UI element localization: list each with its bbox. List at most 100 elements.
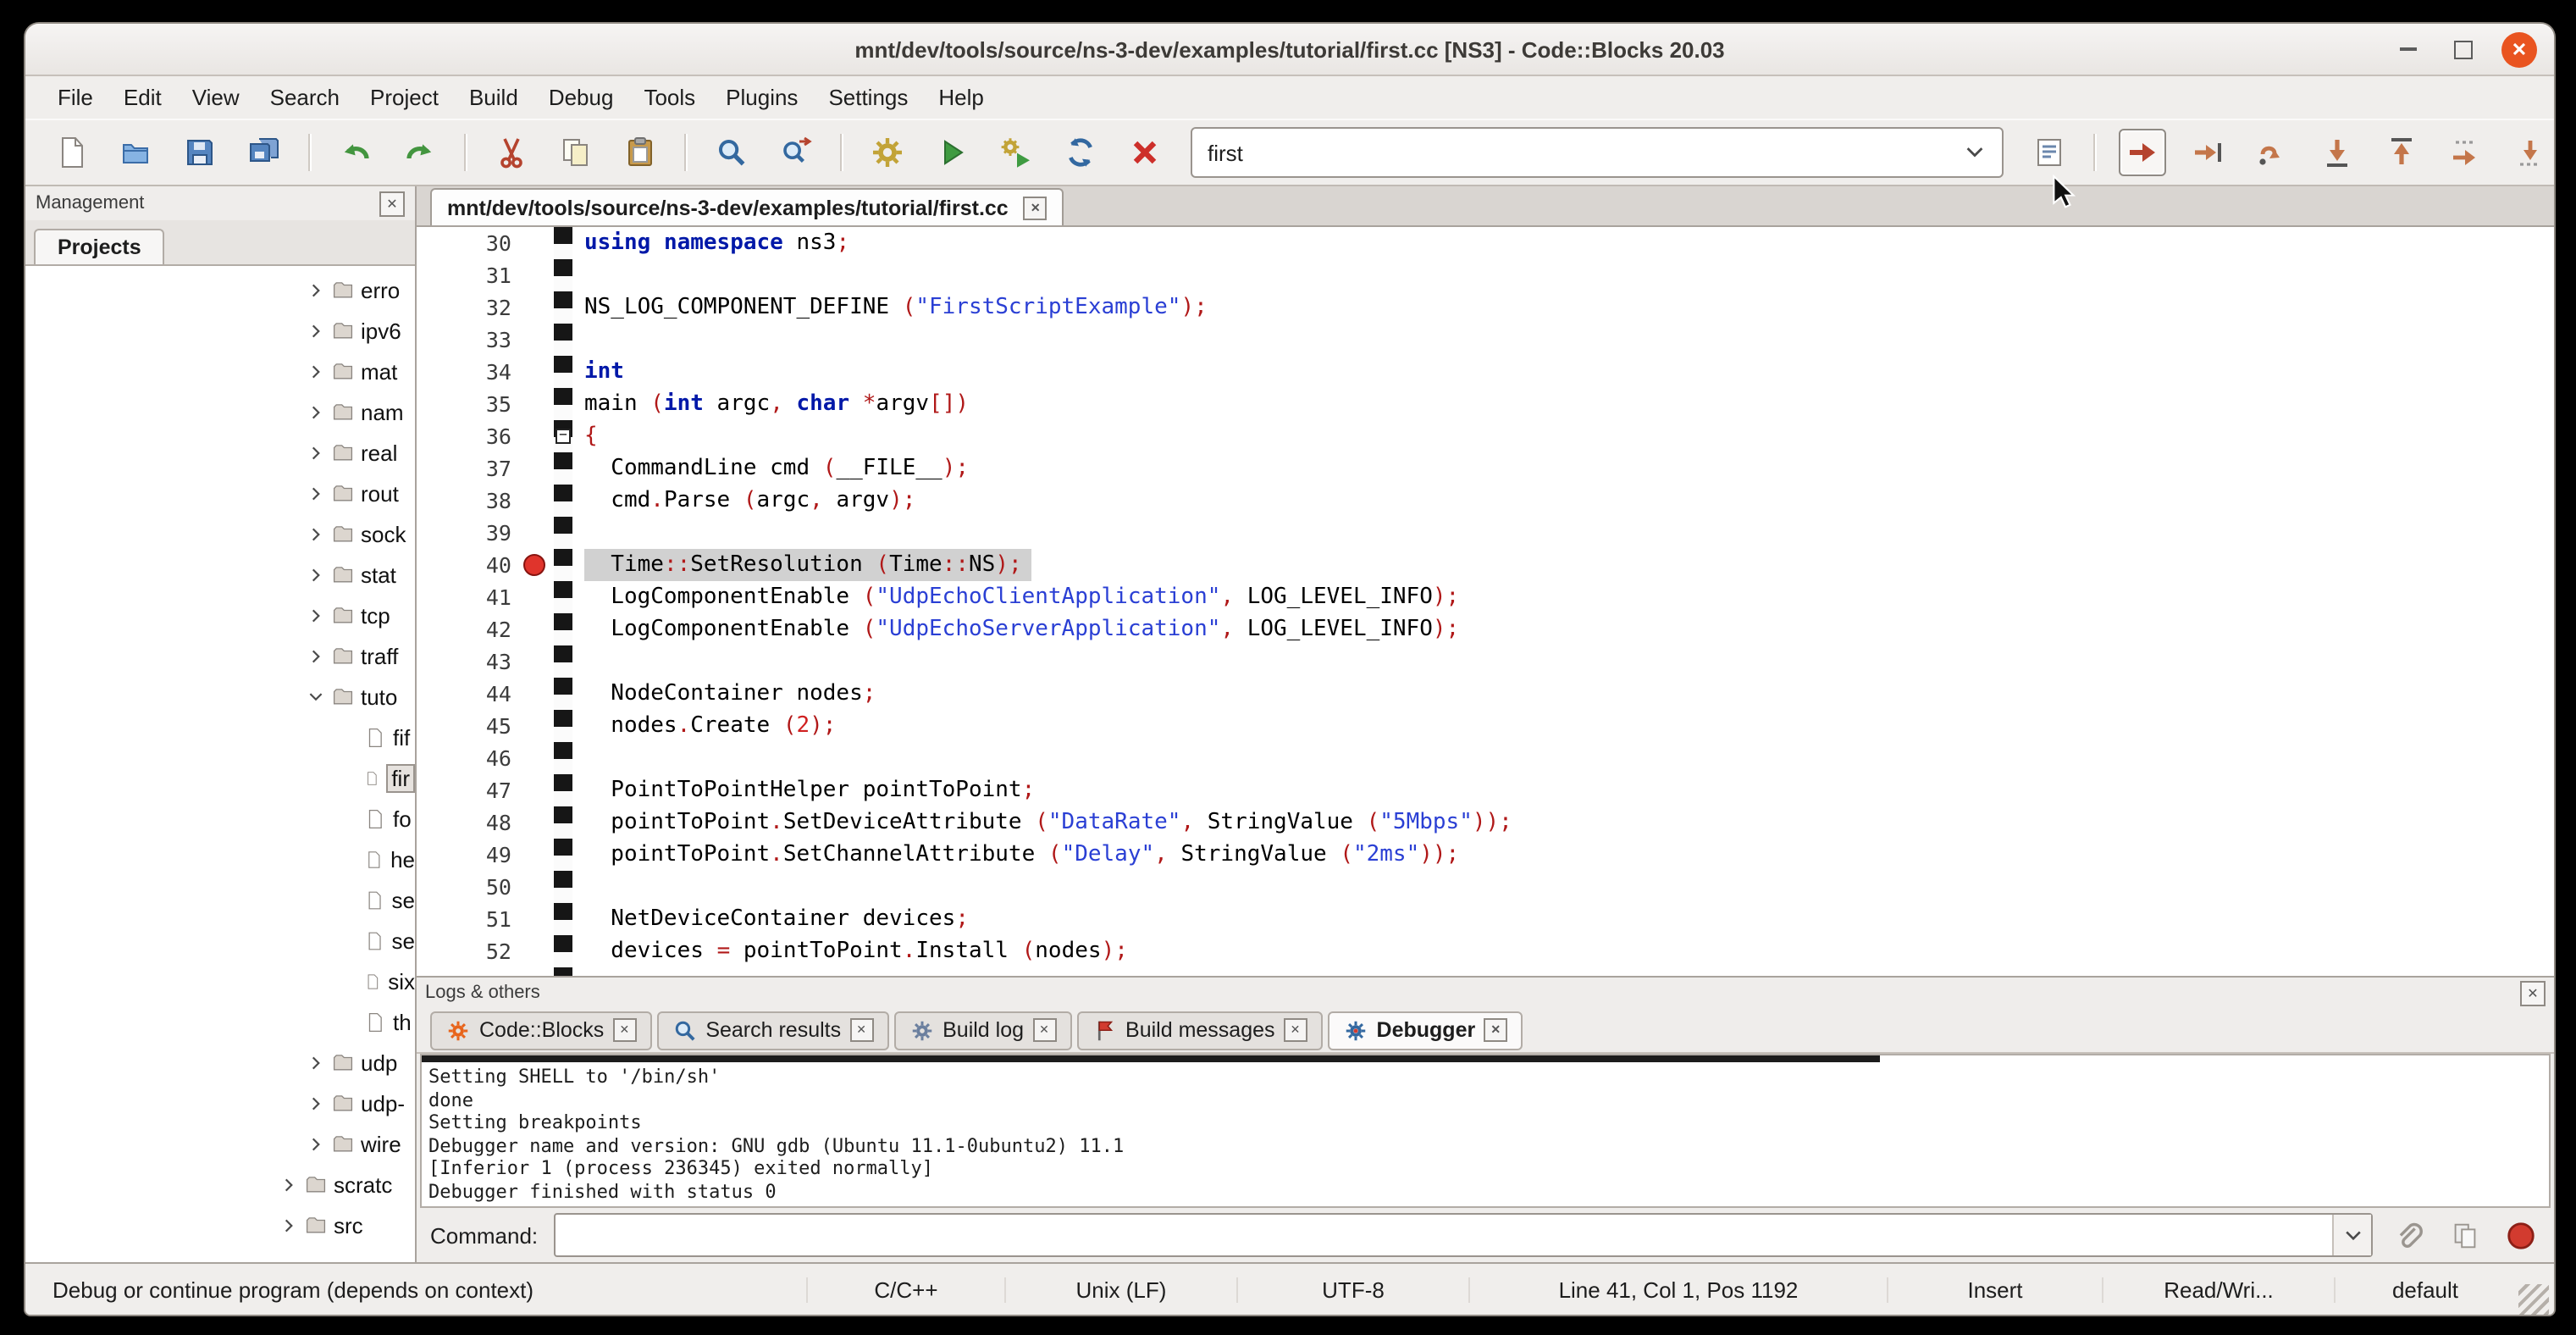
open-file-button[interactable]	[113, 130, 158, 174]
tree-item[interactable]: traff	[25, 635, 415, 676]
tab-close-icon[interactable]	[612, 1018, 636, 1042]
next-line-button[interactable]	[2251, 130, 2295, 174]
tree-item[interactable]: tuto	[25, 676, 415, 717]
code-line[interactable]: 52 devices = pointToPoint.Install (nodes…	[417, 935, 2554, 967]
code-line[interactable]: 43	[417, 645, 2554, 678]
build-and-run-button[interactable]	[994, 130, 1038, 174]
minimize-button[interactable]	[2390, 31, 2425, 67]
undo-button[interactable]	[334, 130, 378, 174]
tree-item[interactable]: udp-	[25, 1083, 415, 1123]
step-into-instruction-button[interactable]	[2508, 130, 2552, 174]
code-line[interactable]: 51 NetDeviceContainer devices;	[417, 903, 2554, 935]
code-line[interactable]: 36{	[417, 420, 2554, 452]
resize-grip[interactable]	[2518, 1284, 2549, 1315]
breakpoint-marker[interactable]	[523, 554, 545, 576]
tree-item[interactable]: he	[25, 839, 415, 879]
tab-close-icon[interactable]	[1484, 1018, 1507, 1042]
rebuild-button[interactable]	[1059, 130, 1103, 174]
tree-item[interactable]: six	[25, 961, 415, 1001]
logs-close-icon[interactable]	[2520, 980, 2546, 1005]
log-tab-code-blocks[interactable]: Code::Blocks	[430, 1011, 651, 1050]
tree-item[interactable]: ipv6	[25, 310, 415, 351]
maximize-button[interactable]	[2446, 31, 2481, 67]
step-into-button[interactable]	[2315, 130, 2359, 174]
project-tree[interactable]: erroipv6matnamrealroutsockstattcptrafftu…	[25, 266, 415, 1262]
tree-item[interactable]: scratc	[25, 1164, 415, 1205]
find-button[interactable]	[710, 130, 754, 174]
tab-close-icon[interactable]	[849, 1018, 873, 1042]
tree-item[interactable]: mat	[25, 351, 415, 391]
menu-debug[interactable]: Debug	[533, 80, 629, 115]
tab-projects[interactable]: Projects	[34, 229, 165, 264]
paste-button[interactable]	[618, 130, 662, 174]
menu-search[interactable]: Search	[255, 80, 355, 115]
command-dropdown-button[interactable]	[2332, 1215, 2371, 1255]
step-out-button[interactable]	[2380, 130, 2424, 174]
code-line[interactable]: 41 LogComponentEnable ("UdpEchoClientApp…	[417, 581, 2554, 613]
tree-item[interactable]: se	[25, 879, 415, 920]
code-line[interactable]: 35main (int argc, char *argv[])	[417, 388, 2554, 420]
tree-item[interactable]: fo	[25, 798, 415, 839]
close-button[interactable]	[2501, 31, 2537, 67]
debug-continue-button[interactable]	[2119, 129, 2166, 176]
code-line[interactable]: 31	[417, 259, 2554, 291]
log-tab-debugger[interactable]: Debugger	[1328, 1011, 1523, 1050]
code-line[interactable]: 44 NodeContainer nodes;	[417, 678, 2554, 710]
tree-item[interactable]: fif	[25, 717, 415, 757]
code-line[interactable]: 49 pointToPoint.SetChannelAttribute ("De…	[417, 839, 2554, 871]
tree-item[interactable]: fir	[25, 757, 415, 798]
tree-item[interactable]: src	[25, 1205, 415, 1245]
tab-close-icon[interactable]	[1024, 196, 1048, 219]
build-target-options-button[interactable]	[2027, 130, 2071, 174]
code-line[interactable]: 40 Time::SetResolution (Time::NS);	[417, 549, 2554, 581]
copy-log-button[interactable]	[2444, 1215, 2485, 1255]
code-line[interactable]: 45 nodes.Create (2);	[417, 710, 2554, 742]
editor-tab[interactable]: mnt/dev/tools/source/ns-3-dev/examples/t…	[430, 188, 1064, 225]
code-line[interactable]: 48 pointToPoint.SetDeviceAttribute ("Dat…	[417, 806, 2554, 839]
menu-plugins[interactable]: Plugins	[710, 80, 813, 115]
tree-item[interactable]: stat	[25, 554, 415, 595]
stop-button[interactable]	[2500, 1215, 2540, 1255]
tab-close-icon[interactable]	[1284, 1018, 1307, 1042]
debugger-log[interactable]: Setting SHELL to '/bin/sh'doneSetting br…	[420, 1054, 2551, 1208]
fold-marker[interactable]	[556, 429, 571, 444]
code-line[interactable]: 42 LogComponentEnable ("UdpEchoServerApp…	[417, 613, 2554, 645]
menu-project[interactable]: Project	[355, 80, 454, 115]
tree-item[interactable]: wire	[25, 1123, 415, 1164]
tree-item[interactable]: th	[25, 1001, 415, 1042]
code-line[interactable]: 32NS_LOG_COMPONENT_DEFINE ("FirstScriptE…	[417, 291, 2554, 324]
log-tab-search-results[interactable]: Search results	[656, 1011, 888, 1050]
tree-item[interactable]: real	[25, 432, 415, 473]
tree-item[interactable]: erro	[25, 269, 415, 310]
menu-help[interactable]: Help	[923, 80, 999, 115]
new-file-button[interactable]	[49, 130, 93, 174]
code-line[interactable]: 37 CommandLine cmd (__FILE__);	[417, 452, 2554, 485]
menu-build[interactable]: Build	[454, 80, 533, 115]
tree-item[interactable]: tcp	[25, 595, 415, 635]
management-close-icon[interactable]	[379, 191, 405, 216]
title-bar[interactable]: mnt/dev/tools/source/ns-3-dev/examples/t…	[25, 24, 2554, 76]
code-line[interactable]: 50	[417, 871, 2554, 903]
code-line[interactable]: 46	[417, 742, 2554, 774]
save-button[interactable]	[178, 130, 222, 174]
code-line[interactable]: 39	[417, 517, 2554, 549]
code-line[interactable]: 33	[417, 324, 2554, 356]
log-tab-build-log[interactable]: Build log	[893, 1011, 1071, 1050]
tree-item[interactable]: se	[25, 920, 415, 961]
save-all-button[interactable]	[242, 130, 286, 174]
menu-edit[interactable]: Edit	[108, 80, 177, 115]
cut-button[interactable]	[489, 130, 533, 174]
command-input[interactable]	[553, 1213, 2373, 1257]
menu-file[interactable]: File	[42, 80, 108, 115]
run-to-cursor-button[interactable]	[2186, 130, 2231, 174]
code-line[interactable]: 34int	[417, 356, 2554, 388]
run-button[interactable]	[930, 130, 974, 174]
attach-button[interactable]	[2388, 1215, 2429, 1255]
copy-button[interactable]	[554, 130, 598, 174]
tab-close-icon[interactable]	[1032, 1018, 1056, 1042]
next-instruction-button[interactable]	[2444, 130, 2488, 174]
tree-item[interactable]: udp	[25, 1042, 415, 1083]
menu-tools[interactable]: Tools	[628, 80, 710, 115]
combo-dropdown[interactable]	[1963, 141, 1987, 164]
tree-item[interactable]: rout	[25, 473, 415, 513]
